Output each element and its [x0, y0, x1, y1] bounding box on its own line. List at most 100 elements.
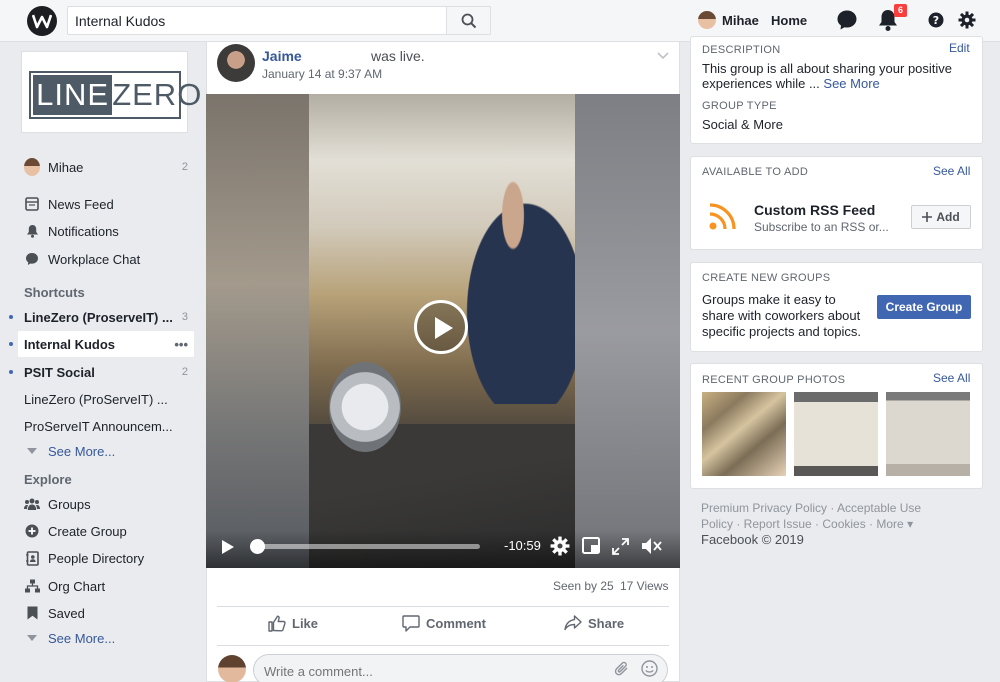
shortcut-item[interactable]: LineZero (ProServeIT) ... — [24, 386, 194, 412]
photos-see-all-link[interactable]: See All — [933, 371, 970, 385]
shortcut-label: LineZero (ProserveIT) ... — [24, 309, 173, 325]
org-chart-icon — [24, 578, 40, 594]
shortcuts-heading: Shortcuts — [24, 285, 85, 300]
post-options-chevron-icon[interactable] — [657, 48, 669, 63]
video-time-remaining: -10:59 — [504, 538, 541, 553]
sidebar-item-saved[interactable]: Saved — [24, 600, 194, 626]
unread-dot — [9, 315, 13, 319]
post-timestamp[interactable]: January 14 at 9:37 AM — [262, 67, 382, 81]
sidebar-item-label: People Directory — [48, 550, 145, 566]
settings-gear-icon[interactable] — [958, 11, 976, 32]
video-control-play-icon[interactable] — [221, 539, 235, 558]
video-mute-icon[interactable] — [641, 536, 663, 559]
group-photo[interactable] — [886, 392, 970, 476]
add-rss-button[interactable]: Add — [911, 205, 971, 229]
author-avatar[interactable] — [217, 44, 255, 82]
group-logo[interactable]: LINE ZERO — [21, 51, 201, 133]
see-all-link[interactable]: See All — [933, 164, 970, 178]
like-label: Like — [292, 616, 319, 631]
group-type-value: Social & More — [702, 117, 783, 132]
shortcut-item[interactable]: PSIT Social 2 — [9, 359, 194, 385]
unread-dot — [9, 370, 13, 374]
chevron-down-icon — [24, 443, 40, 459]
shortcut-item-active[interactable]: Internal Kudos ••• — [9, 331, 194, 357]
search-icon — [461, 13, 477, 29]
share-button[interactable]: Share — [564, 615, 624, 631]
shortcut-label: LineZero (ProServeIT) ... — [24, 391, 168, 407]
see-more-link: See More... — [48, 443, 116, 459]
sidebar-item-label: News Feed — [48, 196, 114, 212]
post-author-link[interactable]: Jaime — [262, 48, 302, 64]
comment-label: Comment — [426, 616, 486, 631]
chat-icon[interactable] — [836, 9, 858, 34]
create-groups-text-2: share with coworkers about — [702, 308, 861, 323]
sidebar-item-label: Groups — [48, 496, 91, 512]
share-arrow-icon — [564, 615, 582, 631]
see-more-link[interactable]: See More — [823, 76, 879, 91]
home-link[interactable]: Home — [771, 13, 807, 28]
search-button[interactable] — [446, 6, 491, 35]
video-play-button[interactable] — [414, 300, 468, 354]
explore-see-more[interactable]: See More... — [24, 625, 194, 651]
help-icon[interactable]: ? — [928, 12, 944, 31]
sidebar-item-groups[interactable]: Groups — [24, 491, 194, 517]
rss-subtitle: Subscribe to an RSS or... — [754, 220, 889, 234]
news-feed-icon — [24, 196, 40, 212]
comment-input[interactable] — [264, 662, 604, 680]
attach-paperclip-icon[interactable] — [614, 661, 630, 680]
seen-by-count[interactable]: Seen by 25 — [553, 579, 614, 593]
notification-badge: 6 — [894, 4, 907, 17]
sidebar-profile[interactable]: Mihae 2 — [24, 154, 194, 180]
sidebar-item-create-group[interactable]: Create Group — [24, 518, 194, 544]
copyright: Facebook © 2019 — [701, 532, 804, 547]
nav-profile-link[interactable]: Mihae — [698, 11, 759, 29]
video-settings-gear-icon[interactable] — [550, 536, 570, 559]
video-progress-track[interactable] — [250, 544, 480, 549]
chevron-down-icon — [24, 630, 40, 646]
emoji-icon[interactable] — [641, 660, 658, 680]
shortcuts-see-more[interactable]: See More... — [24, 438, 194, 464]
create-group-button[interactable]: Create Group — [877, 295, 971, 319]
description-heading: DESCRIPTION — [702, 44, 781, 56]
like-button[interactable]: Like — [268, 615, 318, 632]
commenter-avatar — [218, 655, 246, 682]
group-photo[interactable] — [794, 392, 878, 476]
groups-icon — [24, 496, 40, 512]
group-photo[interactable] — [702, 392, 786, 476]
rss-feed-icon — [709, 200, 739, 233]
plus-circle-icon — [24, 523, 40, 539]
footer-line-1[interactable]: Premium Privacy Policy · Acceptable Use — [701, 500, 971, 516]
sidebar-item-label: Workplace Chat — [48, 251, 141, 267]
sidebar-item-people-directory[interactable]: People Directory — [24, 545, 194, 571]
shortcut-label: Internal Kudos — [24, 336, 116, 352]
unread-dot — [9, 342, 13, 346]
comment-bubble-icon — [402, 615, 420, 632]
logo-text-left: LINE — [33, 75, 113, 115]
footer-line-2[interactable]: Policy · Report Issue · Cookies · More ▾ — [701, 516, 971, 532]
shortcut-count: 3 — [181, 311, 188, 323]
video-fullscreen-icon[interactable] — [612, 538, 629, 558]
edit-description-link[interactable]: Edit — [949, 41, 970, 55]
shortcut-more-button[interactable]: ••• — [174, 337, 188, 352]
avatar — [698, 11, 716, 29]
video-pip-icon[interactable] — [582, 537, 600, 557]
sidebar-item-notifications[interactable]: Notifications — [24, 218, 194, 244]
sidebar-item-news-feed[interactable]: News Feed — [24, 191, 194, 217]
search-input[interactable] — [68, 7, 448, 34]
sidebar-item-workplace-chat[interactable]: Workplace Chat — [24, 246, 194, 272]
shortcut-item[interactable]: ProServeIT Announcem... — [24, 413, 194, 439]
sidebar-item-label: Org Chart — [48, 578, 106, 594]
sidebar-item-label: Saved — [48, 605, 85, 621]
recent-photos-heading: RECENT GROUP PHOTOS — [702, 374, 846, 386]
bell-icon — [24, 223, 40, 239]
shortcut-count: 2 — [181, 366, 188, 378]
workplace-logo-icon[interactable] — [27, 6, 57, 36]
sidebar-item-org-chart[interactable]: Org Chart — [24, 573, 194, 599]
rss-title[interactable]: Custom RSS Feed — [754, 202, 875, 218]
footer-links: Premium Privacy Policy · Acceptable Use … — [701, 500, 971, 548]
comment-button[interactable]: Comment — [402, 615, 486, 632]
create-groups-text-1: Groups make it easy to — [702, 292, 836, 307]
shortcut-item[interactable]: LineZero (ProserveIT) ... 3 — [9, 304, 194, 330]
description-line-1: This group is all about sharing your pos… — [702, 61, 953, 76]
play-icon — [435, 317, 453, 339]
